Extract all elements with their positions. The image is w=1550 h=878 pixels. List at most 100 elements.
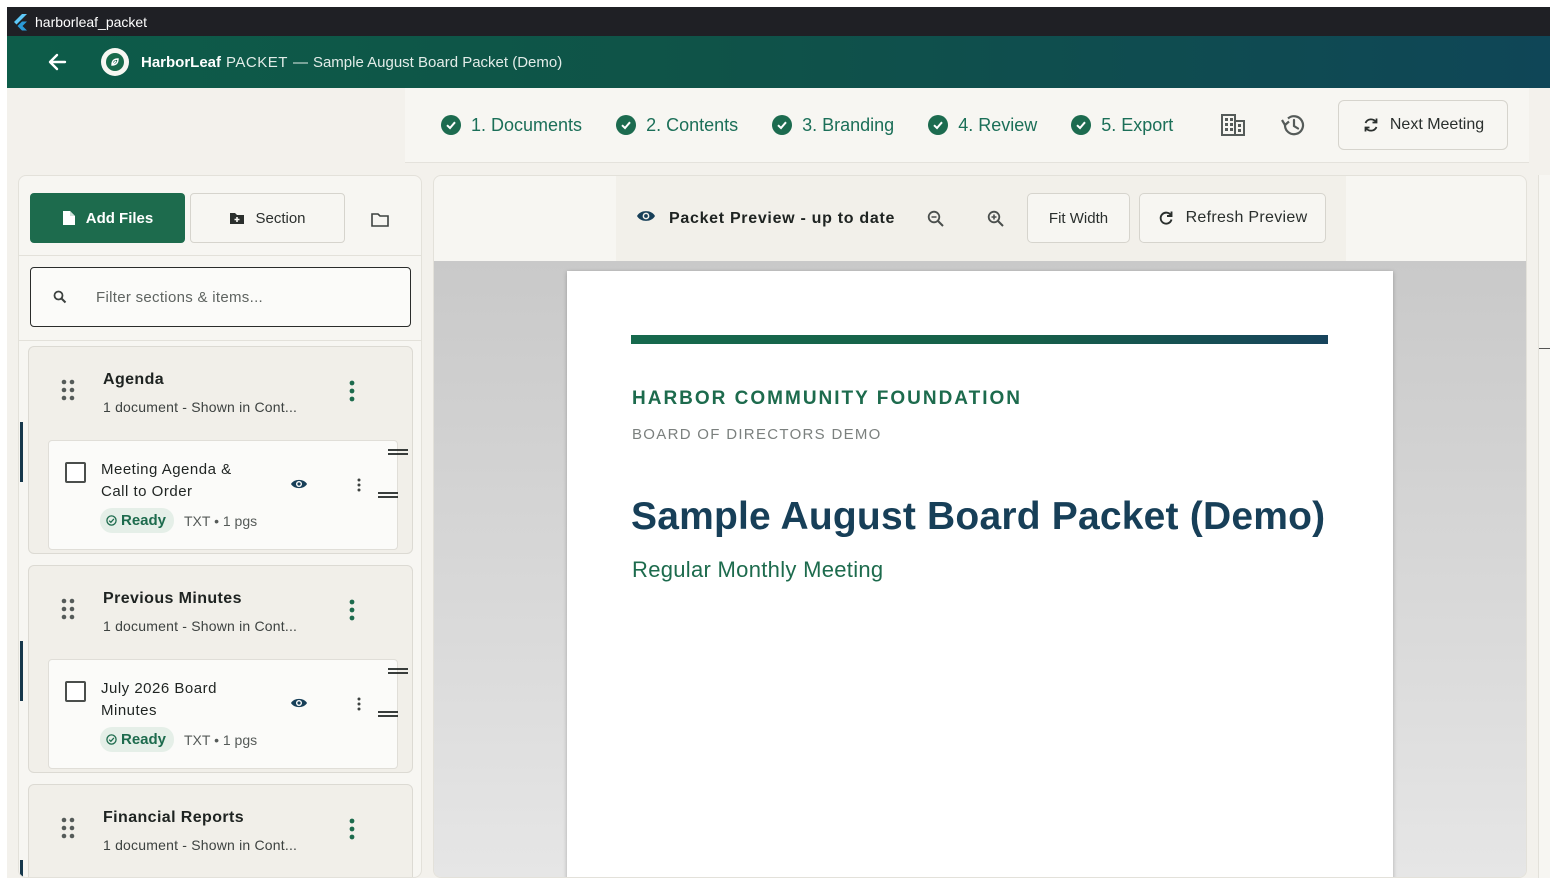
workflow-stepper: 1. Documents 2. Contents 3. Branding 4. …	[405, 88, 1529, 163]
history-button[interactable]	[1275, 107, 1311, 143]
meeting-type: Regular Monthly Meeting	[632, 557, 884, 582]
more-vert-icon[interactable]	[349, 818, 355, 840]
eye-icon[interactable]	[290, 478, 308, 490]
section-meta: 1 document - Shown in Cont...	[103, 618, 298, 634]
organization-name: HARBOR COMMUNITY FOUNDATION	[632, 388, 1022, 409]
reorder-handle-icon[interactable]	[388, 667, 408, 675]
check-circle-icon	[928, 115, 949, 135]
window-titlebar: harborleaf_packet	[7, 7, 1550, 36]
refresh-preview-label: Refresh Preview	[1185, 209, 1308, 226]
add-section-button[interactable]: Section	[190, 193, 345, 243]
arrow-left-icon	[48, 53, 67, 71]
app-bar: HarborLeaf PACKET — Sample August Board …	[7, 36, 1550, 88]
status-badge: Ready	[100, 727, 175, 752]
brand-name: HarborLeaf	[141, 53, 222, 71]
organization-button[interactable]	[1215, 107, 1251, 143]
more-vert-icon[interactable]	[349, 599, 355, 621]
section-accent-bar	[20, 641, 23, 701]
section-label: Section	[255, 209, 306, 227]
document-item[interactable]: Meeting Agenda & Call to Order Ready TXT…	[48, 440, 408, 550]
check-circle-icon	[616, 115, 637, 135]
drag-handle-icon[interactable]	[61, 598, 75, 620]
file-meta: TXT • 1 pgs	[184, 513, 258, 529]
window-title: harborleaf_packet	[35, 13, 148, 30]
zoom-in-button[interactable]	[981, 204, 1011, 234]
divider	[19, 255, 421, 256]
section-card[interactable]: Agenda 1 document - Shown in Cont... Mee…	[20, 346, 413, 554]
folder-icon	[371, 212, 389, 227]
document-title: Sample August Board Packet (Demo)	[312, 53, 563, 71]
divider	[19, 340, 421, 341]
app-window: harborleaf_packet HarborLeaf PACKET — Sa…	[7, 7, 1550, 878]
file-meta: TXT • 1 pgs	[184, 732, 258, 748]
add-files-button[interactable]: Add Files	[30, 193, 185, 243]
packet-title: Sample August Board Packet (Demo)	[631, 495, 1326, 538]
step-review[interactable]: 4. Review	[928, 115, 1037, 136]
filter-placeholder: Filter sections & items...	[96, 288, 264, 306]
more-vert-icon[interactable]	[349, 380, 355, 402]
step-branding[interactable]: 3. Branding	[772, 115, 894, 136]
item-name: Meeting Agenda & Call to Order	[101, 461, 232, 500]
reorder-handle-icon[interactable]	[378, 710, 398, 718]
drag-handle-icon[interactable]	[61, 817, 75, 839]
preview-panel: Packet Preview - up to date Fit Width Re…	[433, 175, 1527, 878]
item-checkbox[interactable]	[65, 681, 86, 702]
app-logo	[101, 48, 129, 76]
item-name: July 2026 Board Minutes	[101, 680, 217, 719]
filter-input[interactable]: Filter sections & items...	[30, 267, 411, 327]
status-badge: Ready	[100, 508, 175, 533]
preview-canvas[interactable]: HARBOR COMMUNITY FOUNDATION BOARD OF DIR…	[434, 261, 1526, 877]
drag-handle-icon[interactable]	[61, 379, 75, 401]
reorder-handle-icon[interactable]	[388, 448, 408, 456]
back-button[interactable]	[43, 48, 71, 76]
check-circle-outline-icon	[106, 734, 117, 745]
preview-status: Packet Preview - up to date	[669, 210, 896, 227]
brand-sub: PACKET	[226, 53, 288, 71]
check-circle-icon	[772, 115, 793, 135]
title-separator: —	[292, 53, 308, 71]
right-side-panel	[1538, 175, 1550, 878]
reorder-handle-icon[interactable]	[378, 491, 398, 499]
zoom-out-button[interactable]	[921, 204, 951, 234]
building-icon	[1221, 114, 1246, 136]
section-accent-bar	[20, 422, 23, 482]
fit-width-label: Fit Width	[1048, 209, 1109, 227]
section-card[interactable]: Previous Minutes 1 document - Shown in C…	[20, 565, 413, 773]
folder-add-icon	[230, 213, 245, 224]
step-label: 2. Contents	[646, 114, 739, 135]
leaf-icon	[106, 53, 124, 71]
document-item[interactable]: July 2026 Board Minutes Ready TXT • 1 pg…	[48, 659, 408, 769]
step-label: 5. Export	[1101, 114, 1174, 135]
eye-icon[interactable]	[290, 697, 308, 709]
check-circle-icon	[441, 115, 461, 135]
panel-resize-mark[interactable]	[1539, 348, 1550, 349]
more-vert-icon[interactable]	[357, 697, 361, 711]
file-add-icon	[62, 211, 75, 225]
item-checkbox[interactable]	[65, 462, 86, 483]
step-label: 1. Documents	[471, 114, 583, 135]
step-label: 3. Branding	[802, 114, 895, 135]
fit-width-button[interactable]: Fit Width	[1027, 193, 1130, 243]
section-card[interactable]: Financial Reports 1 document - Shown in …	[20, 784, 413, 877]
zoom-in-icon	[987, 210, 1004, 227]
step-contents[interactable]: 2. Contents	[616, 115, 738, 136]
step-label: 4. Review	[958, 114, 1038, 135]
step-export[interactable]: 5. Export	[1071, 115, 1173, 136]
eye-icon	[637, 211, 655, 221]
refresh-icon	[1159, 211, 1173, 225]
section-title: Previous Minutes	[103, 590, 242, 607]
section-meta: 1 document - Shown in Cont...	[103, 399, 298, 415]
section-meta: 1 document - Shown in Cont...	[103, 837, 298, 853]
flutter-logo-icon	[14, 13, 27, 30]
preview-toolbar: Packet Preview - up to date Fit Width Re…	[616, 176, 1346, 261]
step-documents[interactable]: 1. Documents	[441, 115, 582, 136]
check-circle-icon	[1071, 115, 1092, 135]
sync-icon	[1364, 118, 1378, 132]
refresh-preview-button[interactable]: Refresh Preview	[1139, 193, 1326, 243]
more-vert-icon[interactable]	[357, 478, 361, 492]
zoom-out-icon	[927, 210, 944, 227]
header-rule	[631, 335, 1328, 344]
documents-sidebar: Add Files Section Filter sections & item…	[18, 175, 422, 878]
open-folder-button[interactable]	[365, 204, 395, 234]
next-meeting-button[interactable]: Next Meeting	[1338, 100, 1508, 150]
